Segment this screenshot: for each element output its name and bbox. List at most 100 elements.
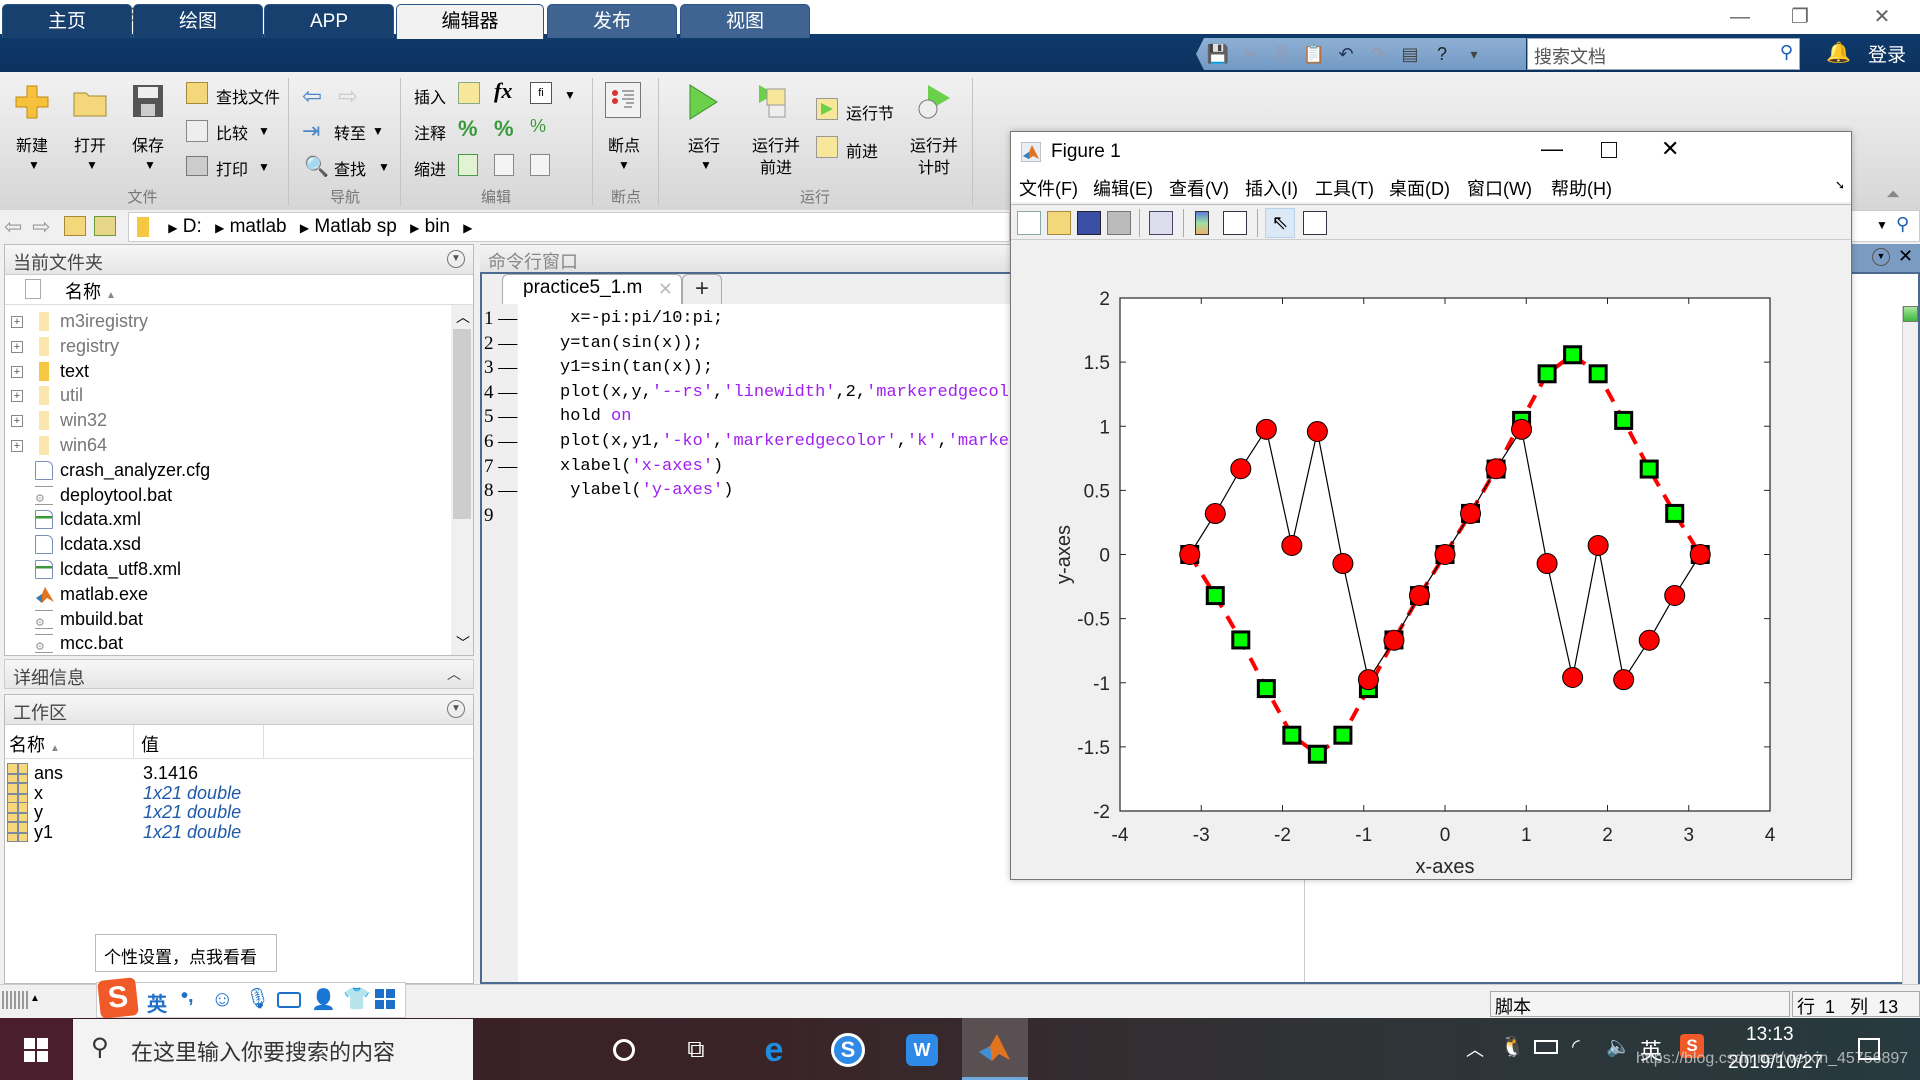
- code-line[interactable]: plot(x,y,'--rs','linewidth',2,'markeredg…: [560, 383, 1019, 402]
- breadcrumb-more-icon[interactable]: ▶: [463, 221, 472, 235]
- file-type-column-icon[interactable]: [25, 279, 41, 299]
- code-line[interactable]: hold on: [560, 407, 631, 426]
- run-and-time-line1[interactable]: 运行并: [910, 132, 958, 156]
- close-button[interactable]: ✕: [1862, 4, 1902, 30]
- breadcrumb-matlab-sp[interactable]: Matlab sp: [314, 216, 396, 237]
- scroll-down-icon[interactable]: ﹀: [456, 633, 470, 653]
- forward-icon[interactable]: ⇨: [32, 214, 50, 240]
- workspace-variable-row[interactable]: y1 1x21 double: [7, 820, 467, 844]
- figure-maximize-button[interactable]: [1601, 142, 1617, 158]
- file-list-item[interactable]: + win64: [5, 433, 445, 458]
- menu-tools[interactable]: 工具(T): [1315, 175, 1374, 201]
- volume-icon[interactable]: 🔈: [1606, 1034, 1631, 1059]
- address-dropdown-icon[interactable]: ▼: [1876, 218, 1888, 232]
- menu-edit[interactable]: 编辑(E): [1093, 175, 1153, 201]
- save-icon[interactable]: 💾: [1206, 42, 1230, 66]
- file-list-item[interactable]: ⚙ mbuild.bat: [5, 607, 445, 632]
- compare-button[interactable]: 比较: [216, 120, 248, 144]
- forward-arrow-icon[interactable]: ⇨: [338, 82, 358, 111]
- open-dropdown-icon[interactable]: ▼: [86, 158, 98, 172]
- undo-icon[interactable]: ↶: [1334, 42, 1358, 66]
- dock-figure-icon[interactable]: ➘: [1835, 178, 1845, 192]
- file-list-scrollbar[interactable]: ︿ ﹀: [451, 305, 473, 655]
- show-hidden-icons[interactable]: ︿: [1466, 1036, 1484, 1062]
- details-panel-header[interactable]: 详细信息 ︿: [4, 659, 474, 689]
- help-icon[interactable]: ?: [1430, 42, 1454, 66]
- comment-percent-icon[interactable]: %: [458, 116, 478, 142]
- save-button[interactable]: 保存: [132, 132, 164, 156]
- cut-icon[interactable]: ✂: [1238, 42, 1262, 66]
- print-button[interactable]: 打印: [216, 156, 248, 180]
- close-editor-icon[interactable]: ✕: [1898, 246, 1913, 267]
- copy-icon[interactable]: ⎘: [1270, 42, 1294, 66]
- back-arrow-icon[interactable]: ⇦: [302, 82, 322, 111]
- find-files-button[interactable]: 查找文件: [216, 84, 280, 108]
- run-advance-button-line1[interactable]: 运行并: [752, 132, 800, 156]
- taskbar-search-box[interactable]: ⚲ 在这里输入你要搜索的内容: [73, 1019, 473, 1080]
- smart-indent-icon[interactable]: [458, 154, 478, 176]
- insert-section-icon[interactable]: [458, 82, 480, 104]
- menu-view[interactable]: 查看(V): [1169, 175, 1229, 201]
- run-button[interactable]: 运行: [688, 132, 720, 156]
- breakpoints-icon[interactable]: [605, 82, 641, 118]
- goto-button[interactable]: 转至: [334, 120, 366, 144]
- file-list-item[interactable]: matlab.exe: [5, 582, 445, 607]
- file-list-item[interactable]: + win32: [5, 408, 445, 433]
- print-dropdown-icon[interactable]: ▼: [258, 160, 270, 174]
- new-figure-icon[interactable]: [1017, 211, 1041, 235]
- figure-minimize-button[interactable]: —: [1541, 136, 1563, 162]
- file-list-item[interactable]: lcdata_utf8.xml: [5, 557, 445, 582]
- switch-windows-icon[interactable]: ▤: [1398, 42, 1422, 66]
- skin-shirt-icon[interactable]: 👕: [343, 986, 370, 1012]
- run-advance-button-line2[interactable]: 前进: [760, 154, 792, 178]
- expand-details-icon[interactable]: ︿: [447, 664, 461, 684]
- folder-search-icon[interactable]: ⚲: [1896, 214, 1909, 235]
- breadcrumb-drive[interactable]: D:: [183, 216, 202, 237]
- back-icon[interactable]: ⇦: [4, 214, 22, 240]
- clock-time[interactable]: 13:13: [1746, 1024, 1794, 1046]
- login-link[interactable]: 登录: [1868, 40, 1906, 67]
- file-list-item[interactable]: + util: [5, 383, 445, 408]
- browse-folder-icon[interactable]: [94, 216, 116, 236]
- battery-icon[interactable]: [1534, 1040, 1558, 1054]
- punctuation-icon[interactable]: •,: [181, 985, 194, 1008]
- status-menu-icon[interactable]: ▲: [30, 993, 40, 1004]
- emoji-icon[interactable]: ☺: [211, 986, 233, 1012]
- print-figure-icon[interactable]: [1107, 211, 1131, 235]
- expand-folder-icon[interactable]: +: [11, 340, 23, 353]
- breakpoints-dropdown-icon[interactable]: ▼: [618, 158, 630, 172]
- editor-file-tab[interactable]: practice5_1.m ✕: [502, 274, 682, 304]
- task-view-icon[interactable]: ⧉: [676, 1030, 716, 1070]
- wps-office-icon[interactable]: W: [902, 1030, 942, 1070]
- notification-bell-icon[interactable]: 🔔: [1826, 40, 1851, 65]
- tab-plots[interactable]: 绘图: [133, 4, 263, 38]
- minimize-button[interactable]: —: [1720, 4, 1760, 30]
- redo-icon[interactable]: ↷: [1366, 42, 1390, 66]
- expand-folder-icon[interactable]: +: [11, 440, 23, 452]
- search-documentation-input[interactable]: 搜索文档 ⚲: [1527, 38, 1800, 70]
- file-list-item[interactable]: ⚙ deploytool.bat: [5, 483, 445, 508]
- sogou-logo-icon[interactable]: S: [97, 977, 139, 1019]
- new-icon[interactable]: [12, 80, 52, 124]
- grip-icon[interactable]: [2, 991, 28, 1009]
- insert-colorbar-icon[interactable]: [1195, 211, 1209, 235]
- file-list-item[interactable]: ⚙ mcc.bat: [5, 631, 445, 656]
- file-list-item[interactable]: lcdata.xml: [5, 507, 445, 532]
- save-disk-icon[interactable]: [128, 80, 168, 122]
- file-list-item[interactable]: + m3iregistry: [5, 309, 445, 334]
- figure-close-button[interactable]: ✕: [1661, 136, 1679, 162]
- search-icon[interactable]: ⚲: [1780, 42, 1793, 63]
- open-file-icon[interactable]: [1047, 211, 1071, 235]
- toolbox-grid-icon[interactable]: [375, 989, 395, 1009]
- breadcrumb-bin[interactable]: bin: [425, 216, 450, 237]
- menu-file[interactable]: 文件(F): [1019, 175, 1078, 201]
- panel-actions-icon[interactable]: ▼: [447, 250, 465, 268]
- sogou-browser-icon[interactable]: S: [828, 1030, 868, 1070]
- run-play-icon[interactable]: [685, 82, 721, 122]
- file-list-item[interactable]: crash_analyzer.cfg: [5, 458, 445, 483]
- code-line[interactable]: x=-pi:pi/10:pi;: [560, 309, 723, 328]
- insert-fi-icon[interactable]: fi: [530, 82, 552, 104]
- code-line[interactable]: y=tan(sin(x));: [560, 334, 703, 353]
- cortana-icon[interactable]: [604, 1030, 644, 1070]
- editor-vertical-scrollbar[interactable]: [1902, 306, 1918, 986]
